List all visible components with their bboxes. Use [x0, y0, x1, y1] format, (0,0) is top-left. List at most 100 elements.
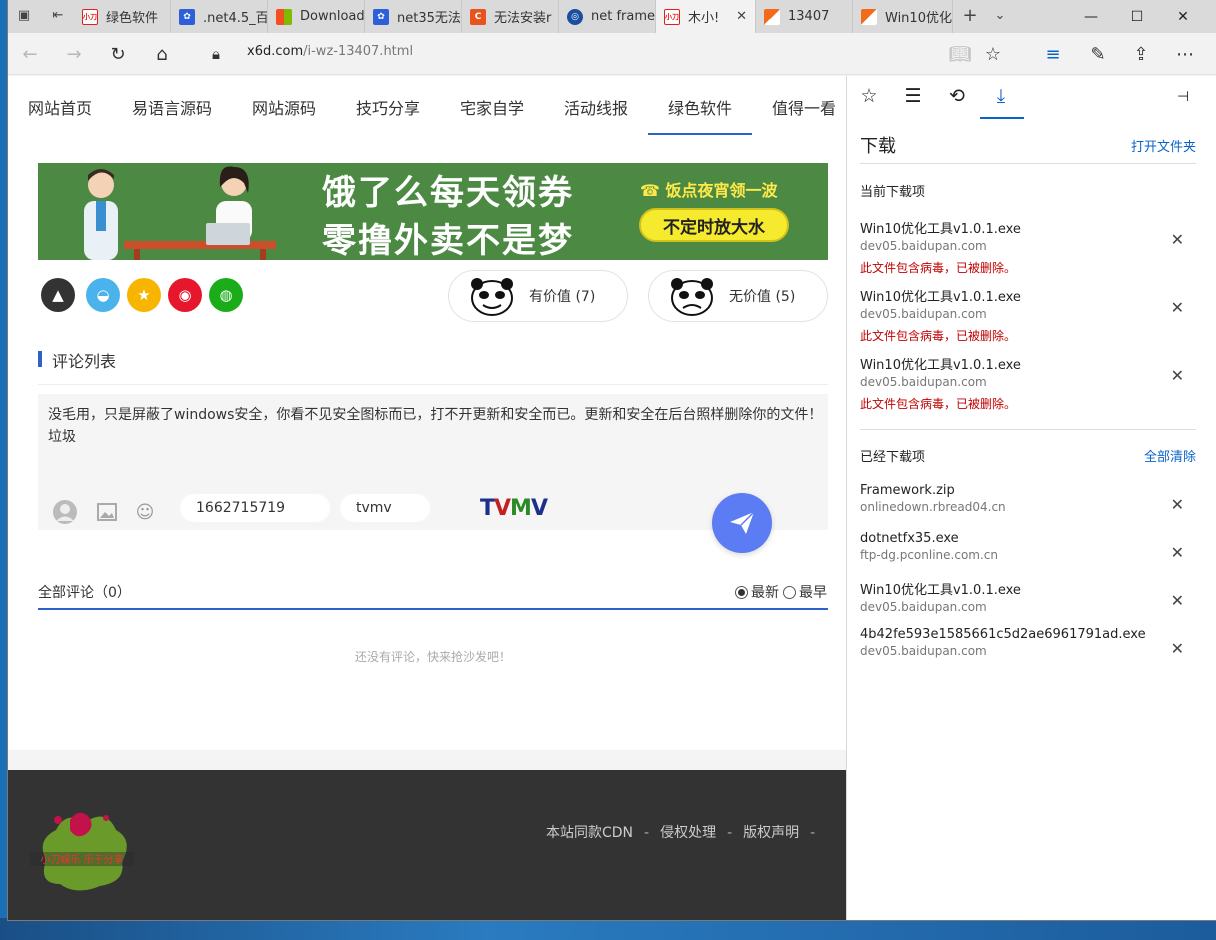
tab-label: 木小! — [688, 11, 720, 26]
share-weibo-icon[interactable]: ◉ — [168, 278, 202, 312]
more-icon[interactable]: ⋯ — [1173, 42, 1197, 66]
nav-e-lang-source[interactable]: 易语言源码 — [132, 95, 212, 119]
download-item-past-0[interactable]: Framework.zip onlinedown.rbread04.cn ✕ — [860, 483, 1196, 514]
web-note-icon[interactable]: ✎ — [1086, 42, 1110, 66]
address-field[interactable]: x6d.com/i-wz-13407.html — [247, 44, 413, 59]
new-tab-icon[interactable]: + — [962, 7, 978, 25]
nav-green-software[interactable]: 绿色软件 — [668, 95, 732, 119]
qq-number-input[interactable]: 1662715719 — [180, 494, 330, 522]
tab-0[interactable]: 小刀 绿色软件 — [74, 0, 171, 33]
remove-download-icon[interactable]: ✕ — [1171, 639, 1184, 658]
ad-banner[interactable]: 饿了么每天领券 零撸外卖不是梦 ☎ 饭点夜宵领一波 不定时放大水 — [38, 163, 828, 260]
radio-unselected[interactable] — [783, 585, 796, 599]
radio-selected[interactable] — [735, 585, 748, 599]
captcha-image[interactable]: TVMV — [480, 496, 558, 522]
web-page: 网站首页 易语言源码 网站源码 技巧分享 宅家自学 活动线报 绿色软件 值得一看 — [8, 76, 846, 920]
microsoft-logo-icon — [276, 8, 292, 25]
tab-5[interactable]: ◎ net frame — [559, 0, 656, 33]
nav-worth-a-look[interactable]: 值得一看 — [772, 95, 836, 119]
vote-useless-button[interactable]: 无价值 (5) — [648, 270, 828, 322]
nav-home[interactable]: 网站首页 — [28, 95, 92, 119]
hub-icon[interactable]: ≡ — [1041, 42, 1065, 66]
remove-download-icon[interactable]: ✕ — [1171, 543, 1184, 562]
back-arrow-icon[interactable]: ← — [18, 42, 42, 66]
x6d-logo-icon: 小刀 — [82, 8, 98, 25]
downloads-arrow-icon[interactable]: ⤓ — [989, 84, 1013, 108]
download-item-past-2[interactable]: Win10优化工具v1.0.1.exe dev05.baidupan.com ✕ — [860, 579, 1196, 614]
comment-list-title: 评论列表 — [38, 348, 116, 372]
site-logo: 小刀娱乐 乐于分享 — [30, 812, 134, 891]
file-host: dev05.baidupan.com — [860, 239, 987, 253]
emoji-icon[interactable]: ☺ — [132, 499, 158, 525]
download-item-current-1[interactable]: Win10优化工具v1.0.1.exe dev05.baidupan.com 此… — [860, 286, 1196, 344]
nav-home-study[interactable]: 宅家自学 — [460, 95, 524, 119]
reading-view-icon[interactable]: 📖︎ — [948, 42, 972, 66]
comment-textarea[interactable]: 没毛用，只是屏蔽了windows安全，你看不见安全图标而已，打不开更新和安全而已… — [48, 404, 838, 448]
image-upload-icon[interactable] — [94, 499, 120, 525]
tab-8[interactable]: Win10优化 — [853, 0, 953, 33]
tab-2[interactable]: Download — [268, 0, 365, 33]
file-host: ftp-dg.pconline.com.cn — [860, 548, 998, 562]
pin-panel-icon[interactable]: ⊣ — [1177, 89, 1189, 105]
close-window-button[interactable]: ✕ — [1160, 0, 1206, 33]
download-item-current-2[interactable]: Win10优化工具v1.0.1.exe dev05.baidupan.com 此… — [860, 354, 1196, 412]
forward-arrow-icon[interactable]: → — [62, 42, 86, 66]
article-content: 饿了么每天领券 零撸外卖不是梦 ☎ 饭点夜宵领一波 不定时放大水 ▲ ◒ ★ ◉… — [8, 136, 846, 750]
footer-link-copyright[interactable]: 版权声明 — [743, 825, 799, 841]
download-item-past-1[interactable]: dotnetfx35.exe ftp-dg.pconline.com.cn ✕ — [860, 531, 1196, 562]
clear-all-link[interactable]: 全部清除 — [1144, 446, 1196, 465]
tab-6-active[interactable]: 小刀 木小! ✕ — [656, 0, 756, 33]
refresh-icon[interactable]: ↻ — [106, 42, 130, 66]
remove-download-icon[interactable]: ✕ — [1171, 298, 1184, 317]
maximize-button[interactable]: ☐ — [1114, 0, 1160, 33]
home-icon[interactable]: ⌂ — [150, 42, 174, 66]
divider — [38, 384, 828, 385]
share-qzone-icon[interactable]: ★ — [127, 278, 161, 312]
reading-list-icon[interactable]: ☰ — [901, 84, 925, 108]
tab-set-aside-icon[interactable]: ▣ — [16, 8, 32, 24]
past-downloads-heading: 已经下载项 — [860, 450, 926, 465]
vote-useful-button[interactable]: 有价值 (7) — [448, 270, 628, 322]
download-item-current-0[interactable]: Win10优化工具v1.0.1.exe dev05.baidupan.com 此… — [860, 218, 1196, 276]
file-host: onlinedown.rbread04.cn — [860, 500, 1006, 514]
nav-activities[interactable]: 活动线报 — [564, 95, 628, 119]
sort-earliest[interactable]: 最早 — [783, 582, 827, 602]
favorite-star-icon[interactable]: ☆ — [981, 42, 1005, 66]
share-icon[interactable]: ⇪ — [1129, 42, 1153, 66]
minimize-button[interactable]: — — [1068, 0, 1114, 33]
ad-button[interactable]: 不定时放大水 — [639, 208, 789, 242]
all-comments-count: 全部评论（0） — [38, 585, 131, 601]
cnblogs-logo-icon: ◎ — [567, 8, 583, 25]
share-qq-icon[interactable]: ◒ — [86, 278, 120, 312]
share-wechat-icon[interactable]: ◍ — [209, 278, 243, 312]
nav-tips[interactable]: 技巧分享 — [356, 95, 420, 119]
x6d-logo-icon: 小刀 — [664, 8, 680, 25]
avatar — [52, 499, 78, 525]
tab-preview-icon[interactable]: ⇤ — [50, 8, 66, 24]
tab-4[interactable]: C 无法安装r — [462, 0, 559, 33]
comments-divider — [38, 608, 828, 610]
open-folder-link[interactable]: 打开文件夹 — [1131, 136, 1196, 155]
footer-link-infringement[interactable]: 侵权处理 — [660, 825, 716, 841]
download-item-past-3[interactable]: 4b42fe593e1585661c5d2ae6961791ad.exe dev… — [860, 627, 1196, 658]
tab-3[interactable]: ✿ net35无法 — [365, 0, 462, 33]
remove-download-icon[interactable]: ✕ — [1171, 591, 1184, 610]
chevron-down-icon[interactable]: ⌄ — [992, 8, 1008, 24]
sort-newest[interactable]: 最新 — [735, 582, 779, 602]
tab-7[interactable]: 13407 — [756, 0, 853, 33]
nav-site-source[interactable]: 网站源码 — [252, 95, 316, 119]
remove-download-icon[interactable]: ✕ — [1171, 366, 1184, 385]
footer-link-cdn[interactable]: 本站同款CDN — [546, 825, 633, 841]
remove-download-icon[interactable]: ✕ — [1171, 230, 1184, 249]
virus-warning: 此文件包含病毒，已被删除。 — [860, 329, 1017, 343]
ad-tagline: ☎ 饭点夜宵领一波 — [640, 177, 778, 201]
share-photo-icon[interactable]: ▲ — [41, 278, 75, 312]
captcha-input[interactable]: tvmv — [340, 494, 430, 522]
close-tab-icon[interactable]: ✕ — [736, 9, 747, 24]
send-button[interactable] — [712, 493, 772, 553]
tab-label: Download — [300, 9, 365, 24]
history-icon[interactable]: ⟲ — [945, 84, 969, 108]
favorites-star-icon[interactable]: ☆ — [857, 84, 881, 108]
remove-download-icon[interactable]: ✕ — [1171, 495, 1184, 514]
tab-1[interactable]: ✿ .net4.5_百 — [171, 0, 268, 33]
